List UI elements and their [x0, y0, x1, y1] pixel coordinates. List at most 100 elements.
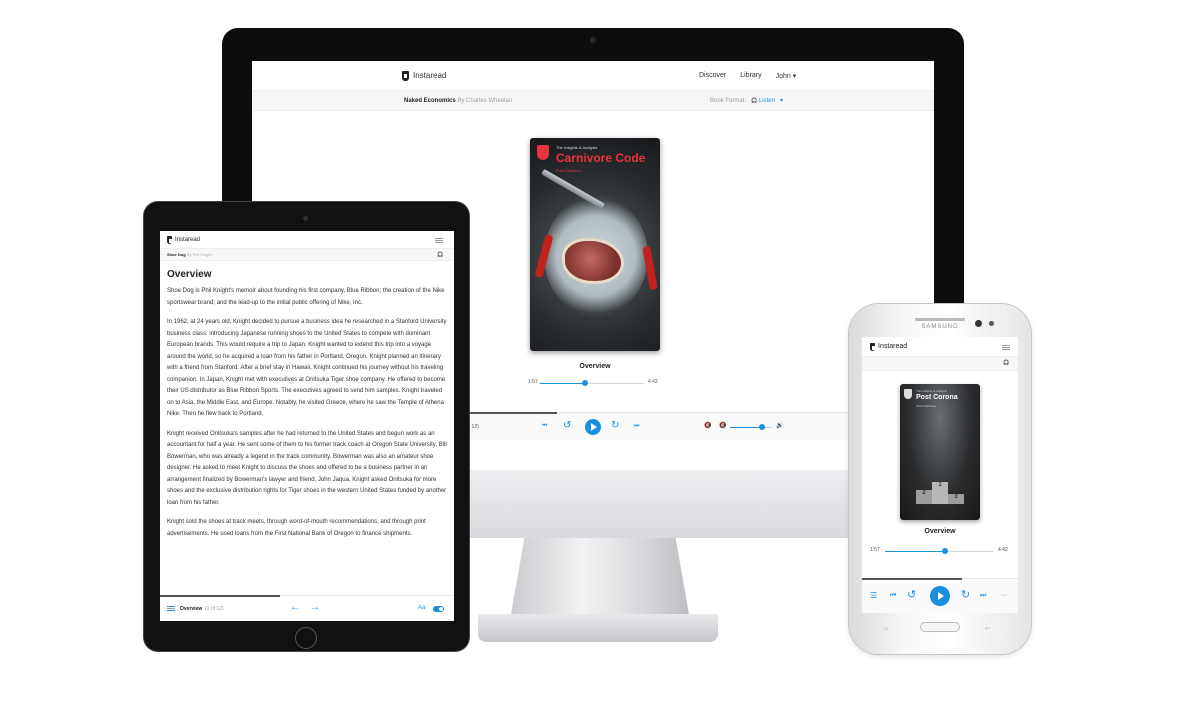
- back-key-icon[interactable]: ↩: [985, 625, 990, 632]
- phone-time-elapsed: 1:57: [870, 547, 880, 553]
- nav-library[interactable]: Library: [740, 72, 761, 80]
- book-title: Naked Economics By Charles Wheelan: [404, 98, 512, 104]
- tablet-book-title: Shoe Dog By Phil Knight: [167, 252, 212, 257]
- mute-icon[interactable]: 🔇: [704, 423, 711, 429]
- menu-icon[interactable]: [1002, 345, 1010, 350]
- phone-time-total: 4:42: [998, 547, 1008, 553]
- phone-brand-name: Instaread: [878, 343, 908, 350]
- more-icon[interactable]: ···: [1000, 592, 1007, 599]
- tablet-book-author: By Phil Knight: [186, 252, 212, 257]
- tablet-home-button[interactable]: [295, 627, 317, 649]
- time-elapsed: 1:57: [528, 379, 538, 385]
- paragraph: Knight received Onitsuka's samples after…: [167, 430, 447, 506]
- headphones-icon[interactable]: 🎧: [1003, 360, 1009, 366]
- chevron-down-icon: ▾: [779, 98, 783, 104]
- phone-progress-handle[interactable]: [942, 548, 948, 554]
- podium-1: 1: [932, 482, 948, 504]
- phone-section-title: Overview: [924, 528, 956, 535]
- phone-device: SAMSUNG Instaread 🎧 The Insights & Analy…: [849, 304, 1031, 654]
- book-format-select[interactable]: Book Format: 🎧 Listen ▾: [710, 97, 783, 104]
- cover-logo-icon: [904, 389, 912, 399]
- instaread-logo-icon: [870, 342, 875, 351]
- desktop-nav-links: Discover Library John ▾: [699, 72, 796, 80]
- tablet-book-bar: Shoe Dog By Phil Knight 🎧: [160, 249, 454, 261]
- time-total: 4:42: [648, 379, 658, 385]
- brand-name: Instaread: [413, 71, 447, 80]
- nav-discover[interactable]: Discover: [699, 72, 726, 80]
- cover-author: Paul Saladino: [556, 168, 581, 173]
- tablet-article: Overview Shoe Dog is Phil Knight's memoi…: [160, 261, 454, 540]
- skip-next-icon[interactable]: ⏭: [634, 423, 639, 429]
- font-size-button[interactable]: Aa: [418, 605, 425, 611]
- paragraph: Shoe Dog is Phil Knight's memoir about f…: [167, 288, 445, 306]
- rewind-icon[interactable]: ↺: [907, 590, 916, 601]
- desktop-progress[interactable]: 1:57 4:42: [528, 379, 658, 389]
- tablet-book-title-text: Shoe Dog: [167, 252, 186, 257]
- play-button[interactable]: [585, 419, 601, 435]
- phone-navbar: Instaread: [862, 337, 1018, 357]
- tablet-camera: [303, 216, 308, 221]
- next-arrow-icon[interactable]: →: [310, 602, 320, 613]
- rewind-icon[interactable]: ↺: [563, 421, 571, 431]
- book-cover-carnivore-code: The Insights & Analysis Carnivore Code P…: [530, 138, 660, 351]
- list-icon[interactable]: ☰: [870, 592, 877, 600]
- phone-speaker: [915, 318, 965, 321]
- cover-title: Carnivore Code: [556, 151, 646, 165]
- cover-series: The Insights & Analysis: [556, 145, 598, 150]
- volume-low-icon[interactable]: 🔇: [719, 423, 726, 429]
- skip-next-icon[interactable]: ⏭: [980, 592, 986, 599]
- skip-back-icon[interactable]: ⏮: [890, 592, 896, 599]
- volume-handle[interactable]: [759, 424, 765, 430]
- theme-toggle[interactable]: [433, 606, 444, 612]
- desktop-book-bar: Naked Economics By Charles Wheelan Book …: [252, 91, 934, 111]
- footer-page: (1 of 12): [205, 606, 224, 612]
- device-mockup-scene: Instaread Discover Library John ▾ Naked …: [0, 0, 1203, 703]
- cover-title: Post Corona: [916, 394, 958, 401]
- phone-hardware-keys: ▭ ↩: [849, 620, 1031, 640]
- monitor-stand-foot: [478, 614, 718, 642]
- tablet-logo[interactable]: Instaread: [167, 235, 201, 244]
- footer-section[interactable]: Overview: [180, 606, 202, 612]
- desktop-logo[interactable]: Instaread: [402, 70, 447, 81]
- prev-arrow-icon[interactable]: ←: [290, 602, 300, 613]
- phone-reading-progress: [862, 578, 962, 580]
- phone-screen: Instaread 🎧 The Insights & Analysis Post…: [862, 337, 1018, 613]
- menu-icon[interactable]: [435, 238, 443, 243]
- book-format-label: Book Format:: [710, 98, 747, 104]
- headphones-icon: 🎧: [751, 98, 758, 104]
- monitor-camera: [590, 37, 596, 43]
- nav-user-menu[interactable]: John ▾: [776, 72, 797, 80]
- cover-logo-icon: [537, 145, 549, 160]
- book-title-text: Naked Economics: [404, 97, 456, 104]
- phone-progress-fill: [885, 551, 945, 552]
- skip-back-icon[interactable]: ⏮: [542, 423, 547, 429]
- progress-handle[interactable]: [582, 380, 588, 386]
- menu-key-icon[interactable]: ▭: [883, 625, 889, 632]
- forward-icon[interactable]: ↻: [611, 421, 619, 431]
- phone-logo[interactable]: Instaread: [870, 342, 908, 351]
- phone-player-bar: ☰ ⏮ ↺ ↻ ⏭ ···: [862, 578, 1018, 613]
- volume-fill: [730, 427, 762, 428]
- phone-progress[interactable]: 1:57 4:42: [870, 547, 1010, 557]
- toc-icon[interactable]: [167, 606, 175, 611]
- book-cover-post-corona: The Insights & Analysis Post Corona Scot…: [900, 384, 980, 520]
- tablet-brand-name: Instaread: [175, 236, 201, 243]
- paragraph: In 1962, at 24 years old, Knight decided…: [167, 319, 447, 417]
- tablet-reading-progress: [160, 595, 280, 597]
- book-author: By Charles Wheelan: [457, 97, 513, 104]
- headphones-icon[interactable]: 🎧: [437, 252, 443, 258]
- progress-fill: [540, 383, 584, 384]
- phone-book-bar: 🎧: [862, 357, 1018, 371]
- tablet-device: Instaread Shoe Dog By Phil Knight 🎧 Over…: [144, 202, 469, 651]
- phone-camera: [975, 320, 982, 327]
- tablet-footer: Overview (1 of 12) ← → Aa: [160, 595, 454, 621]
- phone-home-button[interactable]: [920, 622, 960, 632]
- phone-sensor: [989, 321, 994, 326]
- forward-icon[interactable]: ↻: [961, 590, 970, 601]
- paragraph: Knight sold the shoes at track meets, th…: [167, 519, 426, 537]
- tablet-navbar: Instaread: [160, 231, 454, 249]
- volume-high-icon[interactable]: 🔊: [776, 423, 783, 429]
- play-button[interactable]: [930, 586, 950, 606]
- tablet-heading: Overview: [167, 269, 212, 280]
- desktop-navbar: Instaread Discover Library John ▾: [252, 61, 934, 91]
